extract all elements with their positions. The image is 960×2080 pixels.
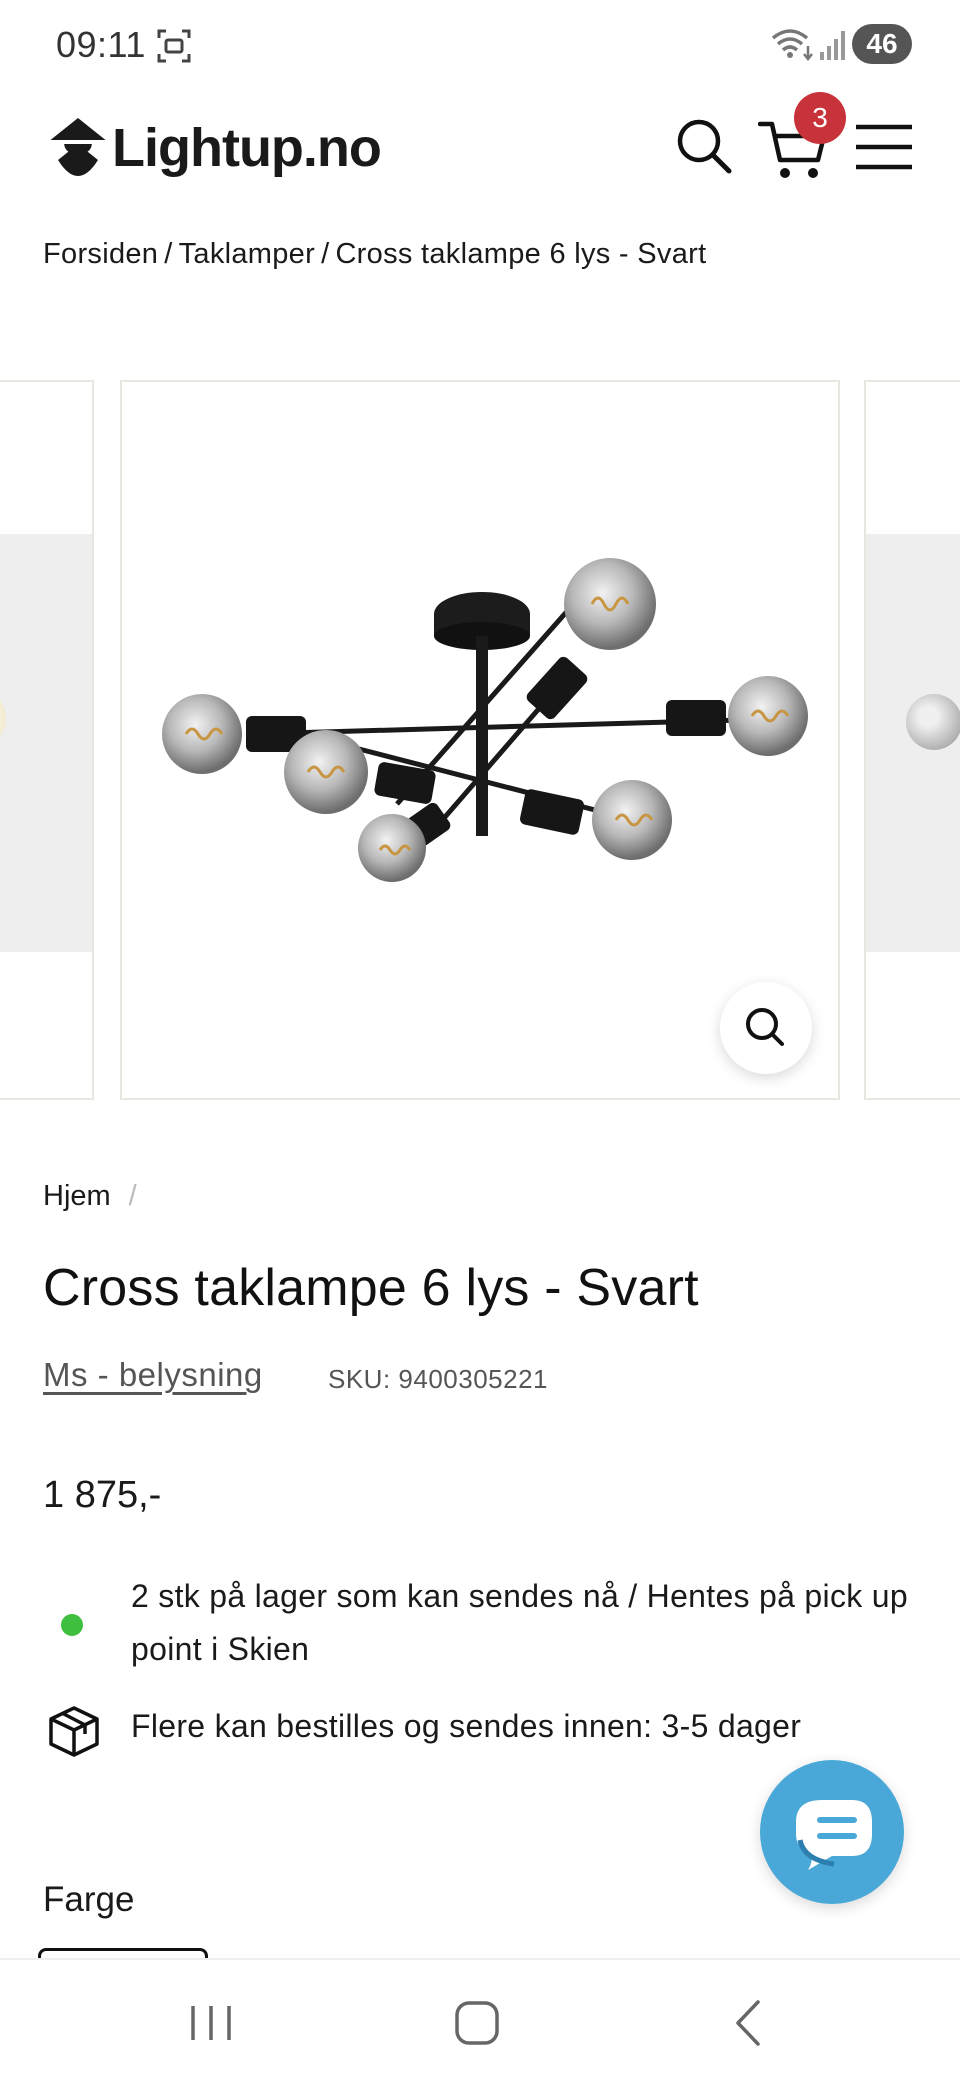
status-bar: 09:11 46	[0, 0, 960, 92]
breadcrumb-home[interactable]: Forsiden	[43, 238, 158, 270]
in-stock-indicator-icon	[61, 1614, 83, 1636]
product-breadcrumb: Hjem /	[43, 1180, 137, 1213]
recent-apps-icon[interactable]	[188, 2004, 234, 2042]
screenshot-icon	[157, 29, 191, 63]
breadcrumb-current: Cross taklampe 6 lys - Svart	[335, 238, 707, 270]
site-logo[interactable]: Lightup.no	[44, 114, 382, 182]
zoom-button[interactable]	[720, 982, 812, 1074]
chat-icon	[796, 1800, 872, 1870]
logo-text: Lightup.no	[112, 118, 382, 178]
brand-link[interactable]: Ms - belysning	[43, 1356, 263, 1394]
breadcrumb-category[interactable]: Taklamper	[179, 238, 315, 270]
box-icon	[49, 1706, 99, 1757]
hamburger-menu-icon[interactable]	[854, 122, 914, 172]
delivery-text: Flere kan bestilles og sendes innen: 3-5…	[131, 1708, 802, 1744]
product-title: Cross taklampe 6 lys - Svart	[43, 1259, 699, 1317]
zoom-icon	[746, 1008, 784, 1046]
product-breadcrumb-home[interactable]: Hjem	[43, 1180, 111, 1212]
stock-text: 2 stk på lager som kan sendes nå / Hente…	[131, 1578, 908, 1667]
product-sku: SKU: 9400305221	[328, 1364, 549, 1394]
back-icon[interactable]	[728, 1998, 768, 2048]
status-time: 09:11	[56, 24, 146, 65]
search-icon[interactable]	[674, 116, 734, 176]
cart-count-badge: 3	[794, 92, 846, 144]
battery-indicator: 46	[852, 24, 912, 64]
color-label: Farge	[43, 1880, 135, 1919]
product-price: 1 875,-	[43, 1474, 162, 1516]
breadcrumb-separator: /	[321, 238, 330, 270]
system-nav-bar	[0, 1958, 960, 2080]
lamp-logo-icon	[48, 118, 108, 176]
breadcrumb-separator: /	[164, 238, 173, 270]
product-breadcrumb-separator: /	[128, 1180, 137, 1212]
wifi-icon	[771, 29, 813, 62]
breadcrumb: Forsiden / Taklamper / Cross taklampe 6 lys …	[43, 238, 706, 271]
gallery-slide-previous[interactable]	[0, 380, 94, 1100]
chat-button[interactable]	[760, 1760, 904, 1904]
home-icon[interactable]	[454, 2000, 500, 2046]
signal-icon	[820, 31, 845, 60]
product-gallery[interactable]	[0, 380, 960, 1102]
gallery-slide-next[interactable]	[864, 380, 960, 1100]
